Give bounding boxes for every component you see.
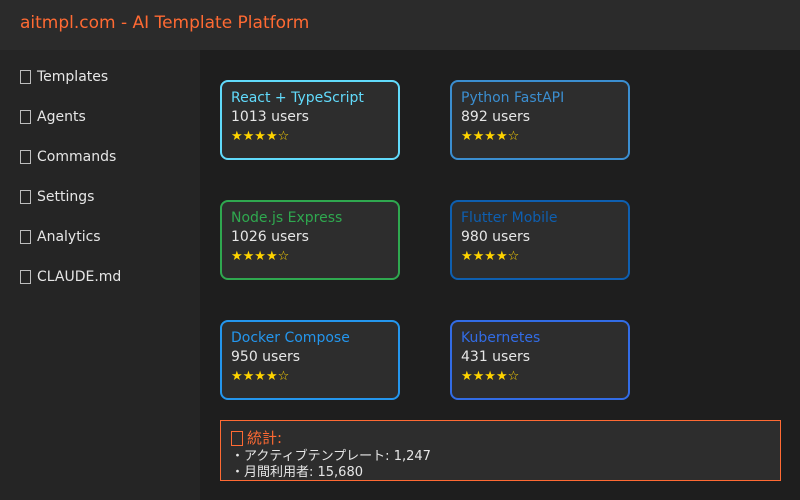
template-name: Flutter Mobile xyxy=(461,210,558,226)
template-users: 892 users xyxy=(461,109,531,125)
template-name: Python FastAPI xyxy=(461,90,565,106)
template-name: React + TypeScript xyxy=(231,90,364,106)
template-rating: ★★★★☆ xyxy=(231,129,290,144)
template-rating: ★★★★☆ xyxy=(231,369,290,384)
commands-icon xyxy=(20,150,31,164)
chart-icon xyxy=(231,430,243,446)
template-rating: ★★★★☆ xyxy=(461,249,520,264)
template-name: Node.js Express xyxy=(231,210,343,226)
sidebar-item-templates[interactable]: Templates xyxy=(20,67,108,87)
main-content: React + TypeScript 1013 users ★★★★☆ Pyth… xyxy=(200,50,800,500)
template-card-python-fastapi[interactable]: Python FastAPI 892 users ★★★★☆ xyxy=(450,80,630,160)
agents-icon xyxy=(20,110,31,124)
analytics-icon xyxy=(20,230,31,244)
template-name: Kubernetes xyxy=(461,330,541,346)
sidebar-item-claude-md[interactable]: CLAUDE.md xyxy=(20,267,121,287)
settings-icon xyxy=(20,190,31,204)
app-header: aitmpl.com - AI Template Platform xyxy=(0,0,800,50)
stats-heading: 統計: xyxy=(231,427,770,449)
sidebar-item-analytics[interactable]: Analytics xyxy=(20,227,101,247)
template-card-react-typescript[interactable]: React + TypeScript 1013 users ★★★★☆ xyxy=(220,80,400,160)
template-users: 431 users xyxy=(461,349,531,365)
sidebar-item-commands[interactable]: Commands xyxy=(20,147,116,167)
template-users: 1026 users xyxy=(231,229,309,245)
template-users: 950 users xyxy=(231,349,301,365)
template-rating: ★★★★☆ xyxy=(461,369,520,384)
template-users: 1013 users xyxy=(231,109,309,125)
stats-panel: 統計: ・アクティブテンプレート: 1,247 ・月間利用者: 15,680 xyxy=(220,420,781,481)
stats-title: 統計: xyxy=(247,429,283,447)
sidebar-item-label: Agents xyxy=(37,109,86,125)
stats-active-templates: ・アクティブテンプレート: 1,247 xyxy=(231,449,431,464)
templates-icon xyxy=(20,70,31,84)
template-card-kubernetes[interactable]: Kubernetes 431 users ★★★★☆ xyxy=(450,320,630,400)
template-name: Docker Compose xyxy=(231,330,350,346)
template-card-nodejs-express[interactable]: Node.js Express 1026 users ★★★★☆ xyxy=(220,200,400,280)
template-rating: ★★★★☆ xyxy=(461,129,520,144)
sidebar-item-label: Settings xyxy=(37,189,95,205)
template-users: 980 users xyxy=(461,229,531,245)
sidebar-item-label: CLAUDE.md xyxy=(37,269,122,285)
template-card-flutter-mobile[interactable]: Flutter Mobile 980 users ★★★★☆ xyxy=(450,200,630,280)
sidebar: Templates Agents Commands Settings Analy… xyxy=(0,50,200,500)
template-rating: ★★★★☆ xyxy=(231,249,290,264)
sidebar-item-label: Templates xyxy=(37,69,109,85)
stats-monthly-users: ・月間利用者: 15,680 xyxy=(231,465,363,480)
sidebar-item-settings[interactable]: Settings xyxy=(20,187,94,207)
document-icon xyxy=(20,270,31,284)
app-title: aitmpl.com - AI Template Platform xyxy=(20,13,310,33)
sidebar-item-label: Analytics xyxy=(37,229,101,245)
template-card-docker-compose[interactable]: Docker Compose 950 users ★★★★☆ xyxy=(220,320,400,400)
sidebar-item-label: Commands xyxy=(37,149,117,165)
sidebar-item-agents[interactable]: Agents xyxy=(20,107,86,127)
